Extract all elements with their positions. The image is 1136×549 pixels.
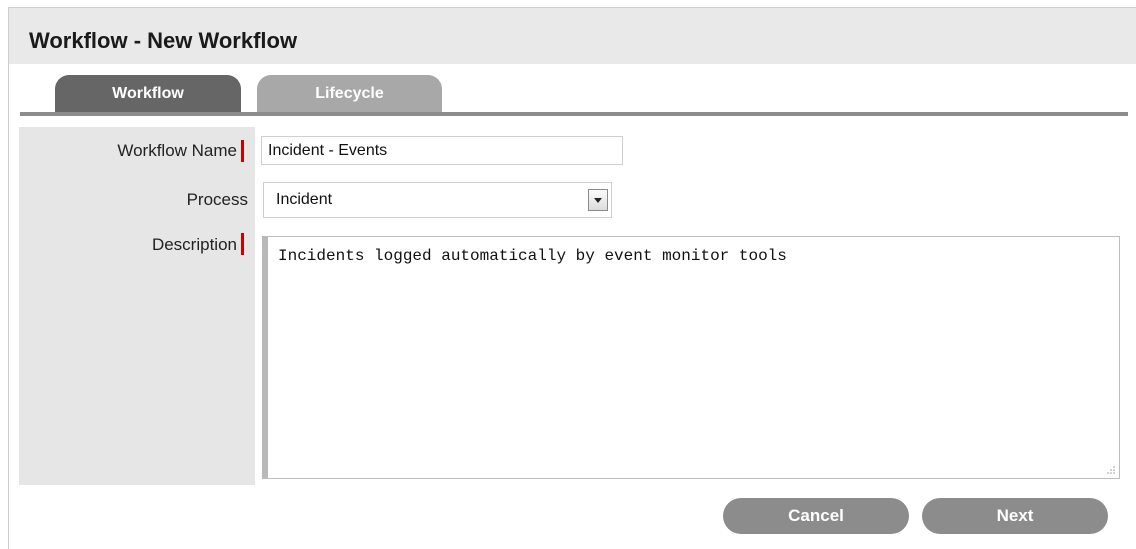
tab-workflow[interactable]: Workflow bbox=[55, 75, 241, 112]
page-title: Workflow - New Workflow bbox=[29, 28, 298, 53]
required-marker bbox=[241, 233, 244, 255]
page-header: Workflow - New Workflow bbox=[9, 8, 1136, 64]
resize-grip-icon[interactable] bbox=[1106, 465, 1116, 475]
description-field[interactable]: Incidents logged automatically by event … bbox=[262, 236, 1120, 479]
process-select[interactable]: Incident bbox=[263, 182, 612, 218]
description-textarea[interactable]: Incidents logged automatically by event … bbox=[268, 237, 1119, 478]
process-label: Process bbox=[186, 190, 248, 209]
label-column: Workflow Name Process Description bbox=[19, 127, 255, 485]
chevron-down-icon bbox=[594, 198, 602, 203]
required-marker bbox=[241, 140, 244, 162]
workflow-name-input[interactable] bbox=[261, 136, 623, 165]
tab-underline bbox=[20, 112, 1128, 116]
process-select-value: Incident bbox=[276, 191, 333, 208]
workflow-name-label: Workflow Name bbox=[117, 141, 237, 160]
description-label: Description bbox=[151, 235, 237, 254]
tab-lifecycle[interactable]: Lifecycle bbox=[257, 75, 442, 112]
cancel-button[interactable]: Cancel bbox=[723, 498, 909, 534]
select-dropdown-button[interactable] bbox=[588, 189, 608, 211]
next-button[interactable]: Next bbox=[922, 498, 1108, 534]
